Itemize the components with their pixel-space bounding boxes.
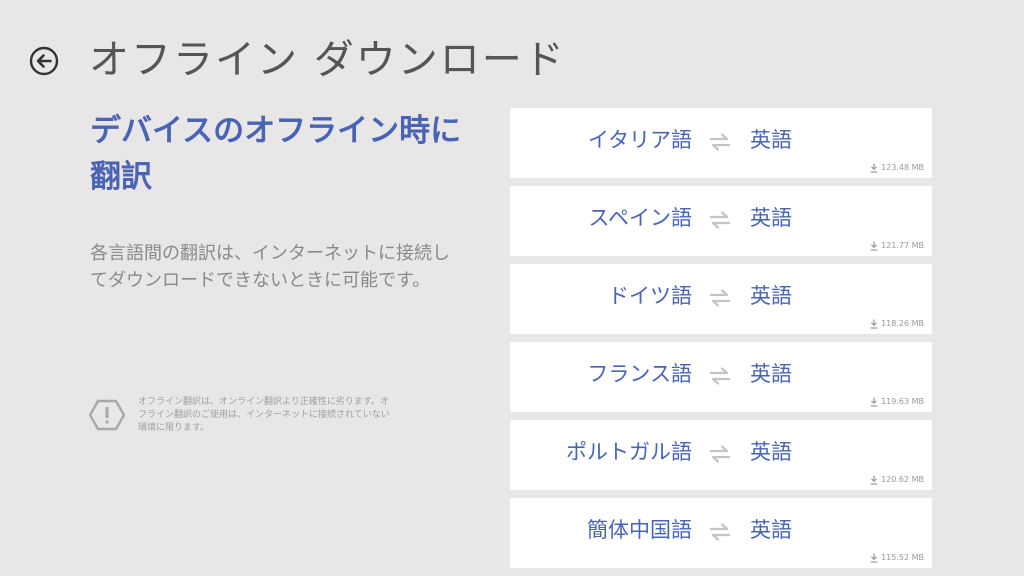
back-button[interactable] (29, 46, 59, 76)
source-language-label: ドイツ語 (608, 284, 692, 308)
swap-arrows-icon (709, 523, 731, 541)
target-language-label: 英語 (750, 440, 792, 464)
language-pack-item-simplified-chinese[interactable]: 簡体中国語 英語 115.52 MB (510, 498, 932, 568)
source-language-label: イタリア語 (587, 128, 692, 152)
download-icon (870, 319, 878, 329)
swap-arrows-icon (709, 445, 731, 463)
download-size: 121.77 MB (870, 240, 924, 252)
source-language-label: ポルトガル語 (566, 440, 692, 464)
download-size-text: 120.62 MB (881, 475, 924, 484)
download-size: 120.62 MB (870, 474, 924, 486)
download-icon (870, 163, 878, 173)
swap-arrows-icon (709, 289, 731, 307)
source-language-label: スペイン語 (588, 206, 692, 230)
warning-hexagon-icon (88, 399, 126, 431)
language-pack-list: イタリア語 英語 123.48 MB スペイン語 英語 121.77 MB ドイ… (510, 108, 932, 576)
download-icon (870, 241, 878, 251)
download-size-text: 123.48 MB (881, 163, 924, 172)
language-pack-item-german[interactable]: ドイツ語 英語 118.26 MB (510, 264, 932, 334)
download-size-text: 121.77 MB (881, 241, 924, 250)
language-pack-item-spanish[interactable]: スペイン語 英語 121.77 MB (510, 186, 932, 256)
target-language-label: 英語 (750, 362, 792, 386)
download-icon (870, 397, 878, 407)
download-size-text: 119.63 MB (881, 397, 924, 406)
target-language-label: 英語 (750, 284, 792, 308)
source-language-label: フランス語 (587, 362, 692, 386)
section-description: 各言語間の翻訳は、インターネットに接続してダウンロードできないときに可能です。 (90, 243, 450, 291)
download-size: 118.26 MB (870, 318, 924, 330)
notice-text: オフライン翻訳は、オンライン翻訳より正確性に劣ります。オフライン翻訳のご使用は、… (138, 397, 390, 433)
language-pack-item-french[interactable]: フランス語 英語 119.63 MB (510, 342, 932, 412)
download-icon (870, 553, 878, 563)
page-title: オフライン ダウンロード (89, 37, 566, 83)
download-size: 115.52 MB (870, 552, 924, 564)
target-language-label: 英語 (750, 128, 792, 152)
language-pack-item-italian[interactable]: イタリア語 英語 123.48 MB (510, 108, 932, 178)
language-pack-item-portuguese[interactable]: ポルトガル語 英語 120.62 MB (510, 420, 932, 490)
target-language-label: 英語 (750, 206, 792, 230)
source-language-label: 簡体中国語 (587, 518, 692, 542)
swap-arrows-icon (709, 133, 731, 151)
swap-arrows-icon (709, 211, 731, 229)
download-size: 123.48 MB (870, 162, 924, 174)
target-language-label: 英語 (750, 518, 792, 542)
download-icon (870, 475, 878, 485)
download-size: 119.63 MB (870, 396, 924, 408)
arrow-left-circle-icon (29, 46, 59, 76)
section-headline: デバイスのオフライン時に翻訳 (90, 113, 462, 195)
download-size-text: 115.52 MB (881, 553, 924, 562)
swap-arrows-icon (709, 367, 731, 385)
download-size-text: 118.26 MB (881, 319, 924, 328)
